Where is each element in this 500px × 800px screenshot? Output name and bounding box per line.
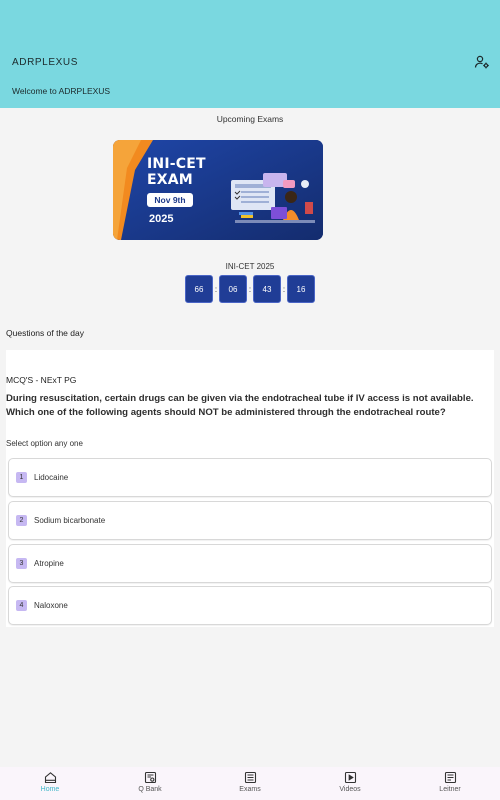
user-settings-icon bbox=[474, 55, 489, 69]
banner-date: Nov 9th bbox=[147, 193, 193, 207]
welcome-text: Welcome to ADRPLEXUS bbox=[12, 86, 111, 96]
bottom-navigation: Home Q Bank Exams Videos Leitner bbox=[0, 767, 500, 800]
countdown-title: INI-CET 2025 bbox=[225, 262, 275, 271]
option-number-badge: 3 bbox=[16, 558, 27, 569]
option-4[interactable]: 4 Naloxone bbox=[8, 586, 492, 625]
banner-title-line2: EXAM bbox=[147, 172, 193, 188]
nav-label-exams: Exams bbox=[239, 786, 261, 793]
nav-label-videos: Videos bbox=[339, 786, 361, 793]
question-category: MCQ'S - NExT PG bbox=[6, 375, 77, 385]
nav-videos[interactable]: Videos bbox=[300, 767, 400, 800]
nav-home[interactable]: Home bbox=[0, 767, 100, 800]
countdown-days: 66 bbox=[185, 275, 213, 303]
nav-leitner[interactable]: Leitner bbox=[400, 767, 500, 800]
banner-artwork bbox=[113, 140, 323, 240]
countdown-seconds: 16 bbox=[287, 275, 315, 303]
question-text: During resuscitation, certain drugs can … bbox=[6, 393, 474, 418]
home-icon bbox=[44, 771, 57, 784]
countdown-hours: 06 bbox=[219, 275, 247, 303]
nav-label-qbank: Q Bank bbox=[138, 786, 162, 793]
banner-year: 2025 bbox=[149, 213, 174, 225]
question-card: MCQ'S - NExT PG During resuscitation, ce… bbox=[6, 350, 494, 627]
countdown-minutes: 43 bbox=[253, 275, 281, 303]
app-title: ADRPLEXUS bbox=[12, 57, 78, 68]
option-number-badge: 2 bbox=[16, 515, 27, 526]
nav-label-leitner: Leitner bbox=[439, 786, 461, 793]
exam-countdown: 66 : 06 : 43 : 16 bbox=[185, 275, 315, 303]
nav-label-home: Home bbox=[40, 786, 60, 793]
questions-of-the-day-title: Questions of the day bbox=[6, 328, 84, 338]
leitner-icon bbox=[444, 771, 457, 784]
nav-exams[interactable]: Exams bbox=[200, 767, 300, 800]
option-2[interactable]: 2 Sodium bicarbonate bbox=[8, 501, 492, 540]
nav-qbank[interactable]: Q Bank bbox=[100, 767, 200, 800]
option-3[interactable]: 3 Atropine bbox=[8, 544, 492, 583]
exams-icon bbox=[244, 771, 257, 784]
profile-settings-button[interactable] bbox=[472, 52, 492, 72]
banner-title-line1: INI-CET bbox=[147, 156, 206, 172]
question-instruction: Select option any one bbox=[6, 439, 83, 448]
option-label: Sodium bicarbonate bbox=[34, 516, 106, 525]
exam-banner[interactable]: INI-CET EXAM Nov 9th 2025 bbox=[113, 140, 323, 240]
option-number-badge: 4 bbox=[16, 600, 27, 611]
option-label: Naloxone bbox=[34, 601, 68, 610]
option-label: Lidocaine bbox=[34, 473, 69, 482]
option-1[interactable]: 1 Lidocaine bbox=[8, 458, 492, 497]
upcoming-exams-title: Upcoming Exams bbox=[216, 114, 284, 124]
qbank-icon bbox=[144, 771, 157, 784]
option-number-badge: 1 bbox=[16, 472, 27, 483]
option-label: Atropine bbox=[34, 559, 64, 568]
videos-icon bbox=[344, 771, 357, 784]
app-header: ADRPLEXUS Welcome to ADRPLEXUS bbox=[0, 0, 500, 108]
